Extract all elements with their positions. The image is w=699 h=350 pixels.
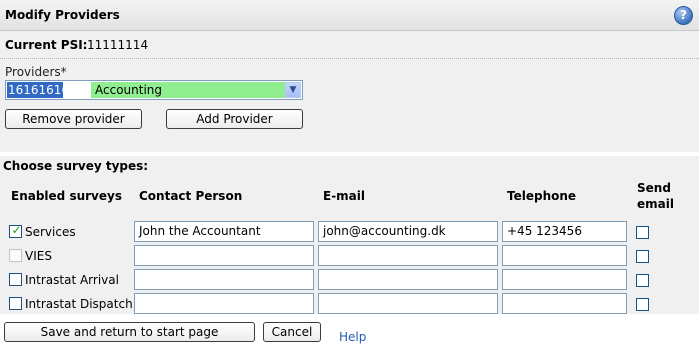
intrastat-arrival-telephone-input[interactable] bbox=[502, 269, 627, 290]
intrastat-dispatch-email-input[interactable] bbox=[318, 293, 498, 314]
help-question-icon[interactable]: ? bbox=[674, 6, 693, 25]
survey-label-intrastat-dispatch: Intrastat Dispatch bbox=[25, 297, 133, 311]
providers-section: Providers* 16161616 Accounting ▼ Remove … bbox=[0, 59, 699, 152]
services-enabled-checkbox[interactable]: ✓ bbox=[9, 223, 22, 238]
cancel-button[interactable]: Cancel bbox=[263, 322, 321, 342]
vies-telephone-input[interactable] bbox=[502, 245, 627, 266]
provider-name: Accounting bbox=[91, 82, 285, 98]
providers-label: Providers* bbox=[5, 65, 67, 79]
intrastat-arrival-contact-input[interactable] bbox=[134, 269, 314, 290]
provider-code: 16161616 bbox=[7, 82, 70, 98]
intrastat-dispatch-contact-input[interactable] bbox=[134, 293, 314, 314]
help-link[interactable]: Help bbox=[339, 330, 366, 344]
add-provider-button[interactable]: Add Provider bbox=[166, 109, 303, 129]
column-send-email-line1: Send bbox=[637, 181, 671, 195]
intrastat-dispatch-telephone-input[interactable] bbox=[502, 293, 627, 314]
intrastat-arrival-send-email-checkbox[interactable] bbox=[636, 274, 649, 287]
column-contact-person: Contact Person bbox=[139, 189, 243, 203]
services-send-email-checkbox[interactable] bbox=[636, 226, 649, 239]
checkmark-icon: ✓ bbox=[11, 223, 22, 237]
column-send-email-line2: email bbox=[637, 197, 674, 211]
intrastat-dispatch-enabled-checkbox[interactable] bbox=[9, 297, 22, 310]
vies-enabled-checkbox bbox=[9, 249, 22, 262]
chevron-down-icon[interactable]: ▼ bbox=[285, 82, 301, 98]
survey-label-vies: VIES bbox=[25, 249, 52, 263]
column-email: E-mail bbox=[323, 189, 366, 203]
intrastat-arrival-email-input[interactable] bbox=[318, 269, 498, 290]
current-psi-section: Current PSI: 11111114 bbox=[0, 31, 699, 59]
current-psi-label: Current PSI: bbox=[5, 38, 88, 52]
page-title: Modify Providers bbox=[5, 8, 120, 22]
title-bar: Modify Providers ? bbox=[0, 0, 699, 31]
survey-types-title: Choose survey types: bbox=[3, 159, 149, 173]
survey-label-services: Services bbox=[25, 225, 76, 239]
vies-contact-input[interactable] bbox=[134, 245, 314, 266]
column-enabled-surveys: Enabled surveys bbox=[11, 189, 122, 203]
services-email-input[interactable]: john@accounting.dk bbox=[318, 221, 498, 242]
save-and-return-button[interactable]: Save and return to start page bbox=[4, 322, 255, 342]
intrastat-dispatch-send-email-checkbox[interactable] bbox=[636, 298, 649, 311]
column-telephone: Telephone bbox=[507, 189, 577, 203]
survey-label-intrastat-arrival: Intrastat Arrival bbox=[25, 273, 119, 287]
services-telephone-input[interactable]: +45 123456 bbox=[502, 221, 627, 242]
footer-actions: Save and return to start page Cancel Hel… bbox=[0, 314, 699, 350]
vies-send-email-checkbox[interactable] bbox=[636, 250, 649, 263]
current-psi-value: 11111114 bbox=[87, 38, 149, 52]
vies-email-input[interactable] bbox=[318, 245, 498, 266]
services-contact-input[interactable]: John the Accountant bbox=[134, 221, 314, 242]
remove-provider-button[interactable]: Remove provider bbox=[5, 109, 142, 129]
providers-select[interactable]: 16161616 Accounting ▼ bbox=[5, 80, 303, 100]
survey-types-section: Choose survey types: Enabled surveys Con… bbox=[0, 156, 699, 314]
intrastat-arrival-enabled-checkbox[interactable] bbox=[9, 273, 22, 286]
